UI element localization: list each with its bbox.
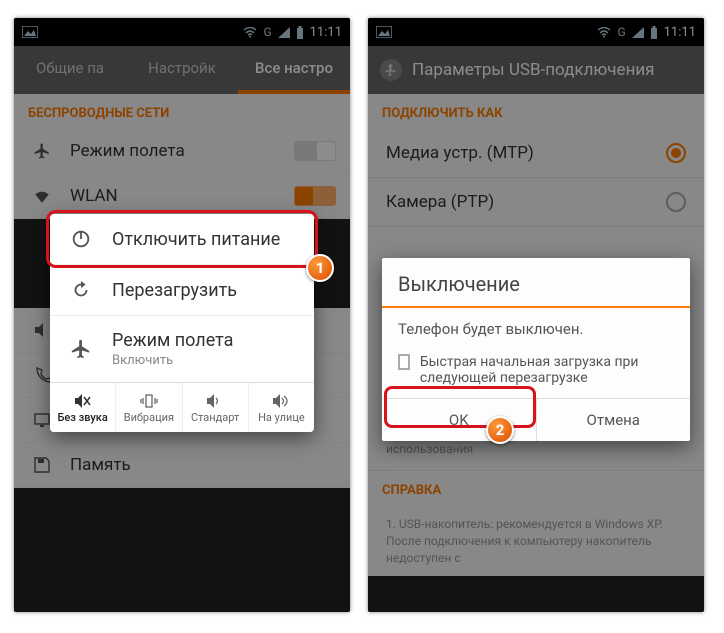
badge-2: 2 [486, 416, 514, 444]
power-off-item[interactable]: Отключить питание [50, 214, 314, 265]
notch [147, 18, 217, 26]
loud-icon [272, 391, 290, 411]
airplane-icon [66, 338, 96, 360]
dialog-title: Выключение [382, 258, 690, 308]
sound-standard[interactable]: Стандарт [183, 383, 249, 432]
airplane-item[interactable]: Режим полета Включить [50, 316, 314, 382]
sound-vibrate[interactable]: Вибрация [116, 383, 182, 432]
dialog-checkbox-row[interactable]: Быстрая начальная загрузка при следующей… [382, 350, 690, 398]
sound-icon [206, 391, 224, 411]
shutdown-dialog: Выключение Телефон будет выключен. Быстр… [382, 258, 690, 441]
quickboot-checkbox[interactable] [398, 354, 410, 370]
power-off-label: Отключить питание [112, 229, 280, 250]
sound-mode-row: Без звука Вибрация Стандарт На улице [50, 382, 314, 432]
reboot-label: Перезагрузить [112, 280, 237, 301]
airplane-label: Режим полета [112, 330, 233, 351]
mute-icon [74, 391, 92, 411]
reboot-icon [66, 279, 96, 301]
sound-outdoor[interactable]: На улице [249, 383, 314, 432]
cancel-button[interactable]: Отмена [536, 399, 691, 441]
badge-1: 1 [306, 254, 334, 282]
phone-left: G 11:11 Общие па Настройк Все настро БЕС… [14, 18, 350, 612]
notch [501, 18, 571, 26]
power-icon [66, 228, 96, 250]
dialog-message: Телефон будет выключен. [382, 308, 690, 350]
quickboot-label: Быстрая начальная загрузка при следующей… [420, 354, 674, 386]
airplane-sublabel: Включить [112, 353, 233, 368]
reboot-item[interactable]: Перезагрузить [50, 265, 314, 316]
sound-silent[interactable]: Без звука [50, 383, 116, 432]
phone-right: G 11:11 Параметры USB-подключения ПОДКЛЮ… [368, 18, 704, 612]
vibrate-icon [140, 391, 158, 411]
power-menu: Отключить питание Перезагрузить Режим по… [50, 214, 314, 432]
